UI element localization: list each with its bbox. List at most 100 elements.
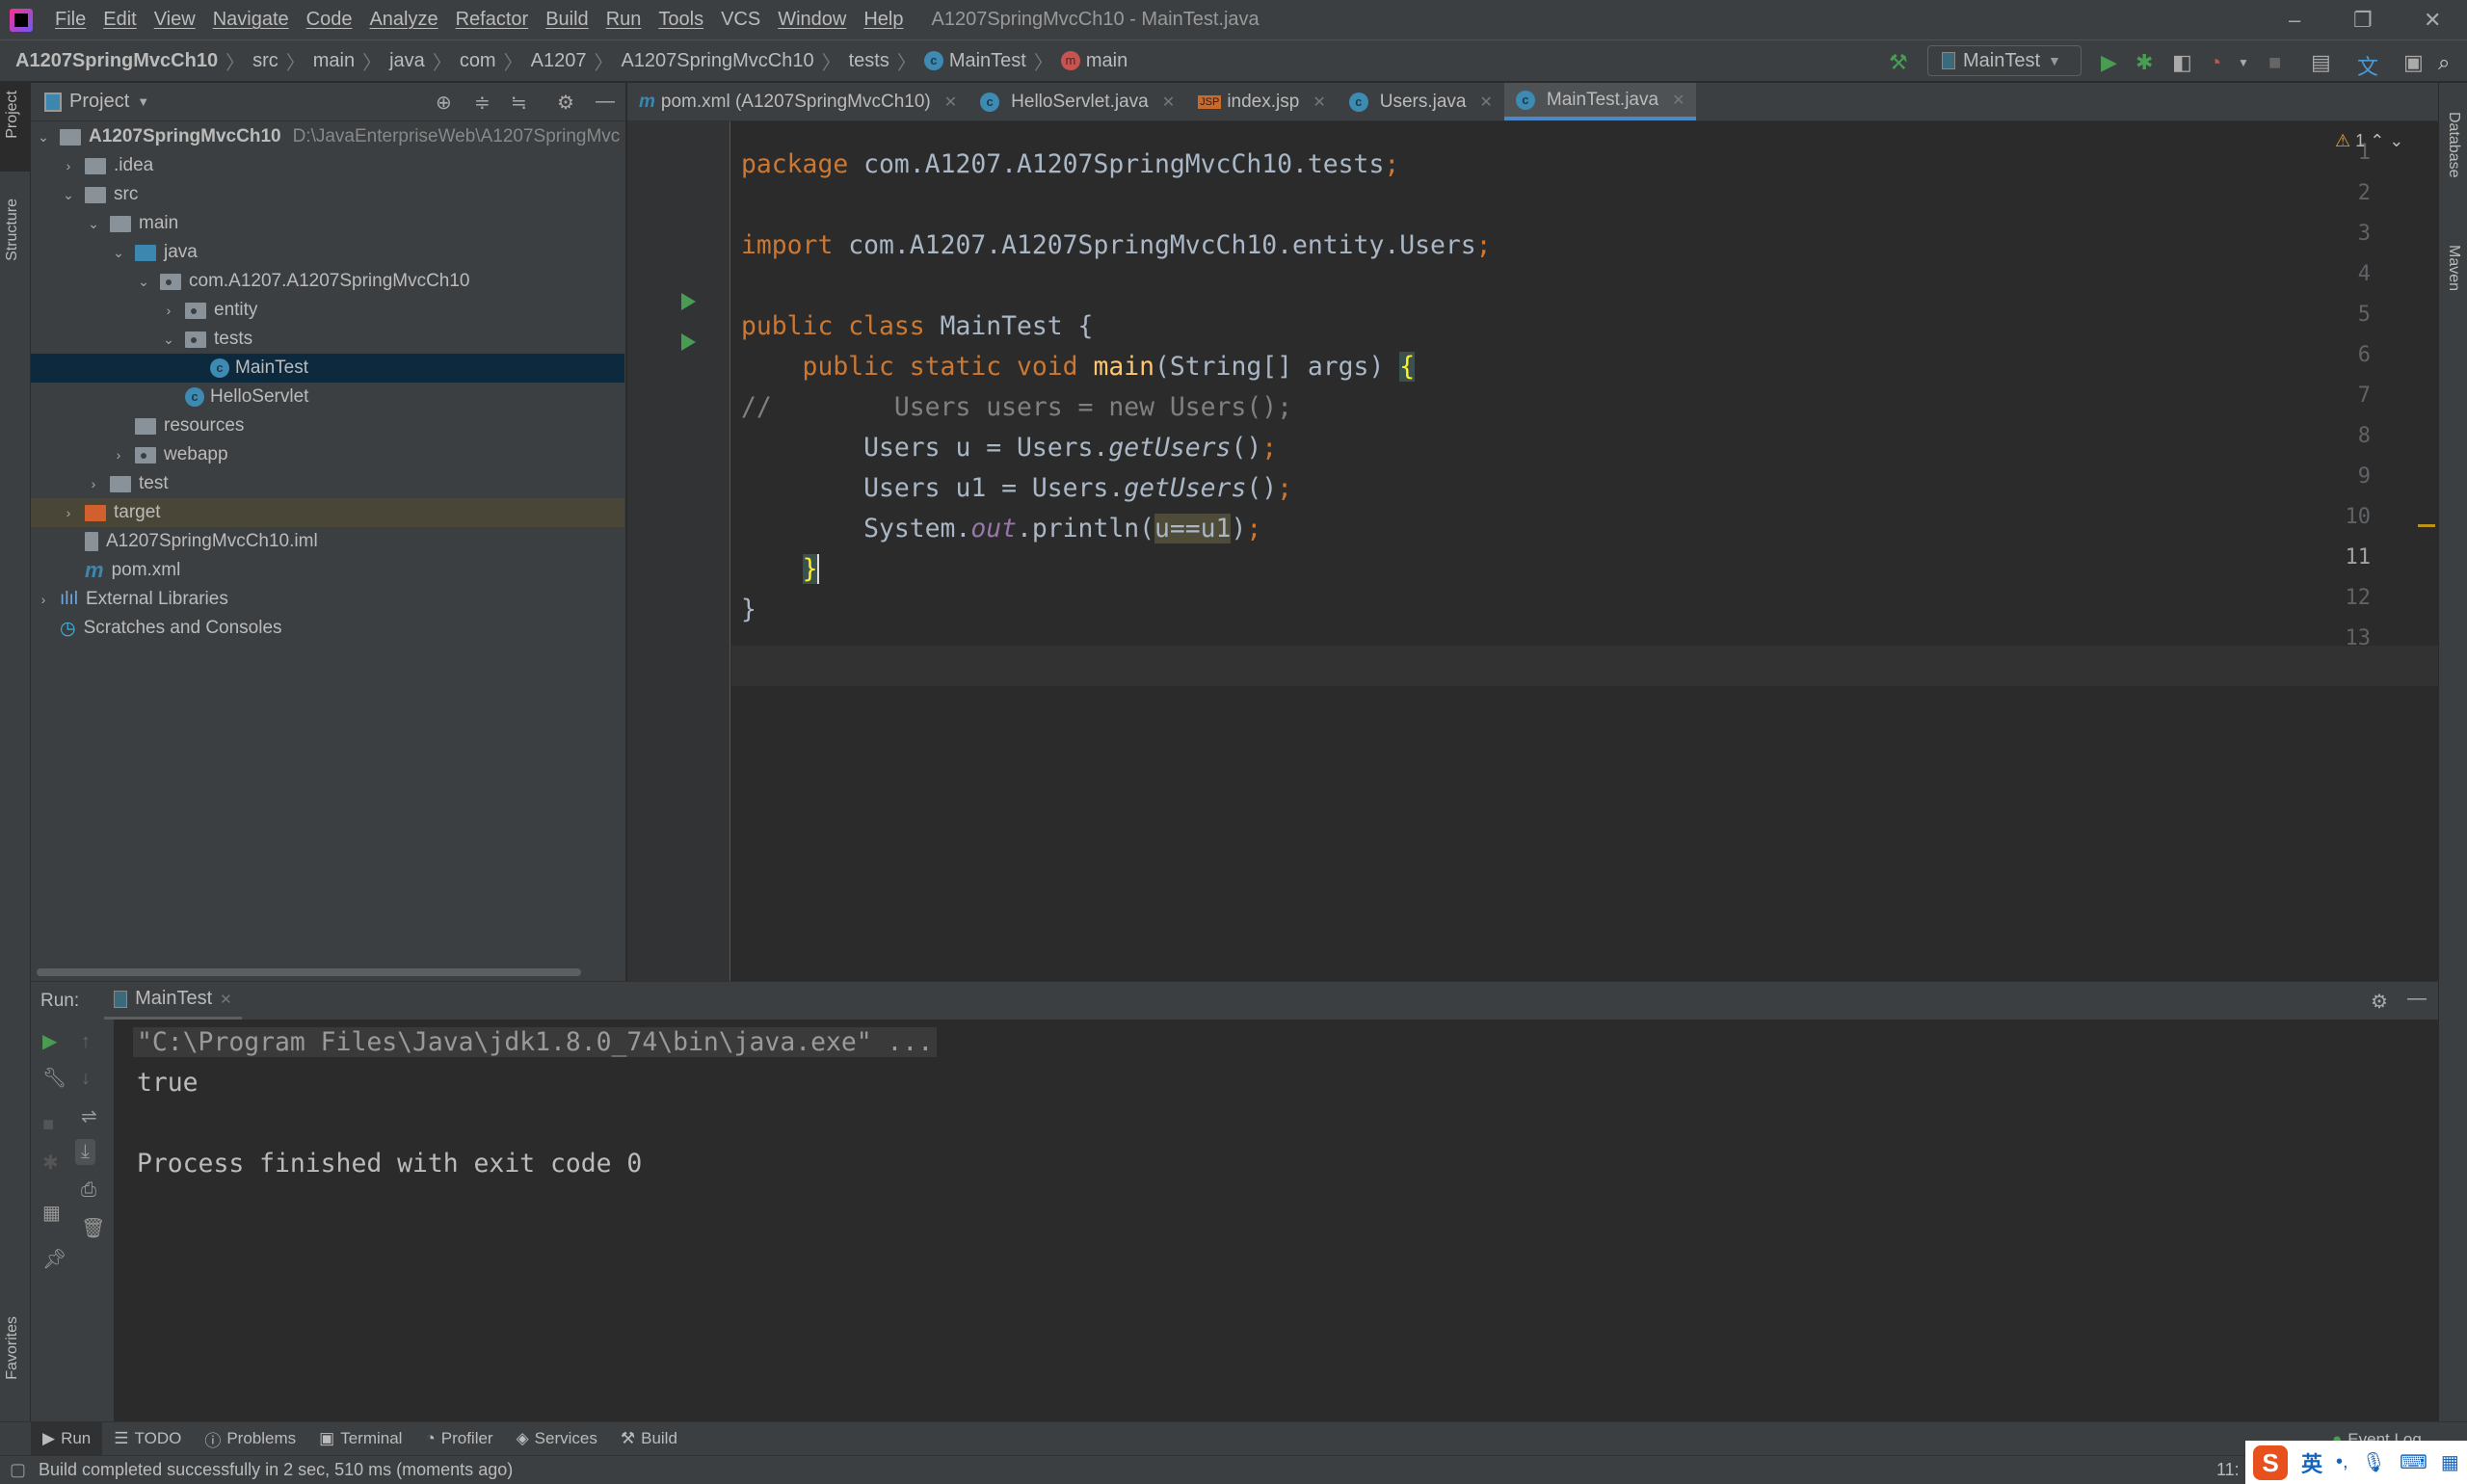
ime-language-toggle[interactable]: 英	[2301, 1447, 2322, 1478]
chevron-right-icon[interactable]: ›	[35, 592, 52, 607]
soft-wrap-icon[interactable]: ⇌	[81, 1104, 97, 1128]
menu-file[interactable]: File	[46, 9, 94, 31]
search-icon[interactable]: ⌕	[2438, 50, 2450, 75]
tree-item[interactable]: › test	[31, 469, 624, 498]
locate-icon[interactable]: ⊕	[436, 91, 452, 115]
profiler-dropdown-icon[interactable]: ▼	[2238, 56, 2249, 69]
breadcrumb-maintest[interactable]: MainTest	[949, 50, 1026, 72]
chevron-right-icon[interactable]: ›	[60, 158, 77, 173]
close-tab-icon[interactable]: ✕	[220, 991, 232, 1008]
hide-panel-icon[interactable]: —	[596, 91, 615, 113]
chevron-down-icon[interactable]: ▼	[137, 94, 149, 109]
code-editor[interactable]: 1 2 3 4 5 6 7 8 9 10 11 12 13 package com.A1207.A120…	[627, 121, 2438, 981]
previous-highlight-icon[interactable]: ⌃	[2370, 131, 2384, 150]
toolwindow-run[interactable]: ▶ Run	[31, 1421, 103, 1456]
tree-item[interactable]: ◷ Scratches and Consoles	[31, 614, 624, 643]
stop-icon[interactable]: ■	[2268, 50, 2281, 75]
scroll-to-end-icon[interactable]: ⤓	[75, 1139, 95, 1165]
stripe-database[interactable]: Database	[2445, 112, 2462, 178]
run-class-gutter-icon[interactable]	[681, 293, 696, 310]
toolwindow-problems[interactable]: ⓘ Problems	[193, 1422, 307, 1456]
tree-item[interactable]: ⌄ tests	[31, 325, 624, 354]
toolwindow-services[interactable]: ◈ Services	[505, 1422, 609, 1456]
status-toggle-icon[interactable]: ▢	[10, 1460, 26, 1480]
chevron-right-icon[interactable]: ›	[60, 505, 77, 520]
stripe-maven[interactable]: Maven	[2445, 245, 2462, 291]
menu-run[interactable]: Run	[597, 9, 650, 31]
chevron-right-icon[interactable]: ›	[160, 303, 177, 318]
menu-navigate[interactable]: Navigate	[204, 9, 298, 31]
presentation-icon[interactable]: ▣	[2403, 50, 2424, 75]
gear-icon[interactable]: ⚙	[2371, 990, 2388, 1014]
tab-users-java[interactable]: c Users.java ✕	[1338, 83, 1504, 120]
translate-icon[interactable]: 文	[2357, 50, 2378, 81]
toolwindow-terminal[interactable]: ▣ Terminal	[307, 1422, 413, 1456]
close-tab-icon[interactable]: ✕	[1479, 93, 1492, 112]
stripe-project[interactable]: Project	[4, 91, 21, 139]
breadcrumb-src[interactable]: src	[252, 50, 279, 72]
print-icon[interactable]: ⎙	[81, 1179, 96, 1202]
hide-panel-icon[interactable]: —	[2407, 988, 2427, 1010]
tree-item[interactable]: A1207SpringMvcCh10.iml	[31, 527, 624, 556]
inspection-widget[interactable]: ⚠ 1 ⌃ ⌄	[2335, 131, 2403, 151]
tab-index-jsp[interactable]: JSP index.jsp ✕	[1186, 83, 1338, 120]
close-tab-icon[interactable]: ✕	[1162, 93, 1175, 112]
console-output[interactable]: "C:\Program Files\Java\jdk1.8.0_74\bin\j…	[114, 1020, 2438, 1421]
menu-help[interactable]: Help	[855, 9, 912, 31]
project-view-select[interactable]: Project	[69, 91, 129, 113]
close-tab-icon[interactable]: ✕	[1672, 91, 1684, 110]
menu-tools[interactable]: Tools	[650, 9, 712, 31]
tab-maintest-java[interactable]: c MainTest.java ✕	[1503, 83, 1697, 120]
debug-icon[interactable]: ✱	[2135, 50, 2153, 75]
run-tab-maintest[interactable]: MainTest ✕	[104, 982, 242, 1020]
breadcrumb-java[interactable]: java	[389, 50, 425, 72]
chevron-down-icon[interactable]: ⌄	[60, 187, 77, 203]
tree-item[interactable]: › target	[31, 498, 624, 527]
wrench-icon[interactable]: 🔧︎	[42, 1066, 66, 1090]
menu-view[interactable]: View	[146, 9, 204, 31]
stripe-structure[interactable]: Structure	[4, 199, 21, 261]
tree-item[interactable]: ⌄ src	[31, 180, 624, 209]
gear-icon[interactable]: ⚙	[557, 91, 574, 115]
project-structure-icon[interactable]: ▤	[2311, 50, 2331, 75]
close-tab-icon[interactable]: ✕	[944, 93, 957, 112]
profiler-icon[interactable]: ◔	[2209, 50, 2221, 75]
menu-analyze[interactable]: Analyze	[360, 9, 446, 31]
pin-icon[interactable]: 📌︎	[42, 1247, 66, 1271]
breadcrumb-a1207[interactable]: A1207	[531, 50, 587, 72]
ime-menu-icon[interactable]: ▦	[2441, 1450, 2459, 1474]
sogou-ime-logo-icon[interactable]: S	[2253, 1444, 2288, 1480]
breadcrumb-package[interactable]: A1207SpringMvcCh10	[621, 50, 813, 72]
chevron-down-icon[interactable]: ⌄	[35, 129, 52, 146]
tab-helloservlet[interactable]: c HelloServlet.java ✕	[968, 83, 1186, 120]
breadcrumb-com[interactable]: com	[460, 50, 496, 72]
run-icon[interactable]: ▶	[2101, 50, 2117, 75]
menu-build[interactable]: Build	[537, 9, 597, 31]
down-arrow-icon[interactable]: ↓	[81, 1068, 91, 1090]
tree-item[interactable]: › webapp	[31, 440, 624, 469]
menu-vcs[interactable]: VCS	[712, 9, 769, 31]
tree-item[interactable]: ⌄ A1207SpringMvcCh10 D:\JavaEnterpriseWeb\…	[31, 122, 624, 151]
breadcrumb-method-main[interactable]: main	[1086, 50, 1127, 72]
rerun-icon[interactable]: ▶	[42, 1029, 57, 1053]
restore-icon[interactable]: ❐	[2353, 8, 2373, 33]
chevron-down-icon[interactable]: ⌄	[135, 274, 152, 290]
tree-item[interactable]: › ılıl External Libraries	[31, 585, 624, 614]
breadcrumb-main[interactable]: main	[313, 50, 355, 72]
tab-pom-xml[interactable]: m pom.xml (A1207SpringMvcCh10) ✕	[627, 83, 968, 120]
tree-item[interactable]: c MainTest	[31, 354, 624, 383]
toolwindow-todo[interactable]: ☰ TODO	[102, 1422, 193, 1456]
collapse-all-icon[interactable]: ≒	[511, 91, 527, 115]
chevron-right-icon[interactable]: ›	[85, 476, 102, 491]
chevron-down-icon[interactable]: ⌄	[110, 245, 127, 261]
tree-item[interactable]: ⌄ com.A1207.A1207SpringMvcCh10	[31, 267, 624, 296]
tree-item[interactable]: › entity	[31, 296, 624, 325]
minimize-icon[interactable]: –	[2289, 8, 2300, 33]
tree-item[interactable]: ⌄ main	[31, 209, 624, 238]
tree-item[interactable]: m pom.xml	[31, 556, 624, 585]
horizontal-scrollbar[interactable]	[37, 968, 581, 976]
stripe-favorites[interactable]: Favorites	[4, 1316, 21, 1380]
chevron-down-icon[interactable]: ⌄	[85, 216, 102, 232]
close-icon[interactable]: ✕	[2424, 8, 2441, 33]
warning-stripe-marker[interactable]	[2418, 524, 2435, 527]
